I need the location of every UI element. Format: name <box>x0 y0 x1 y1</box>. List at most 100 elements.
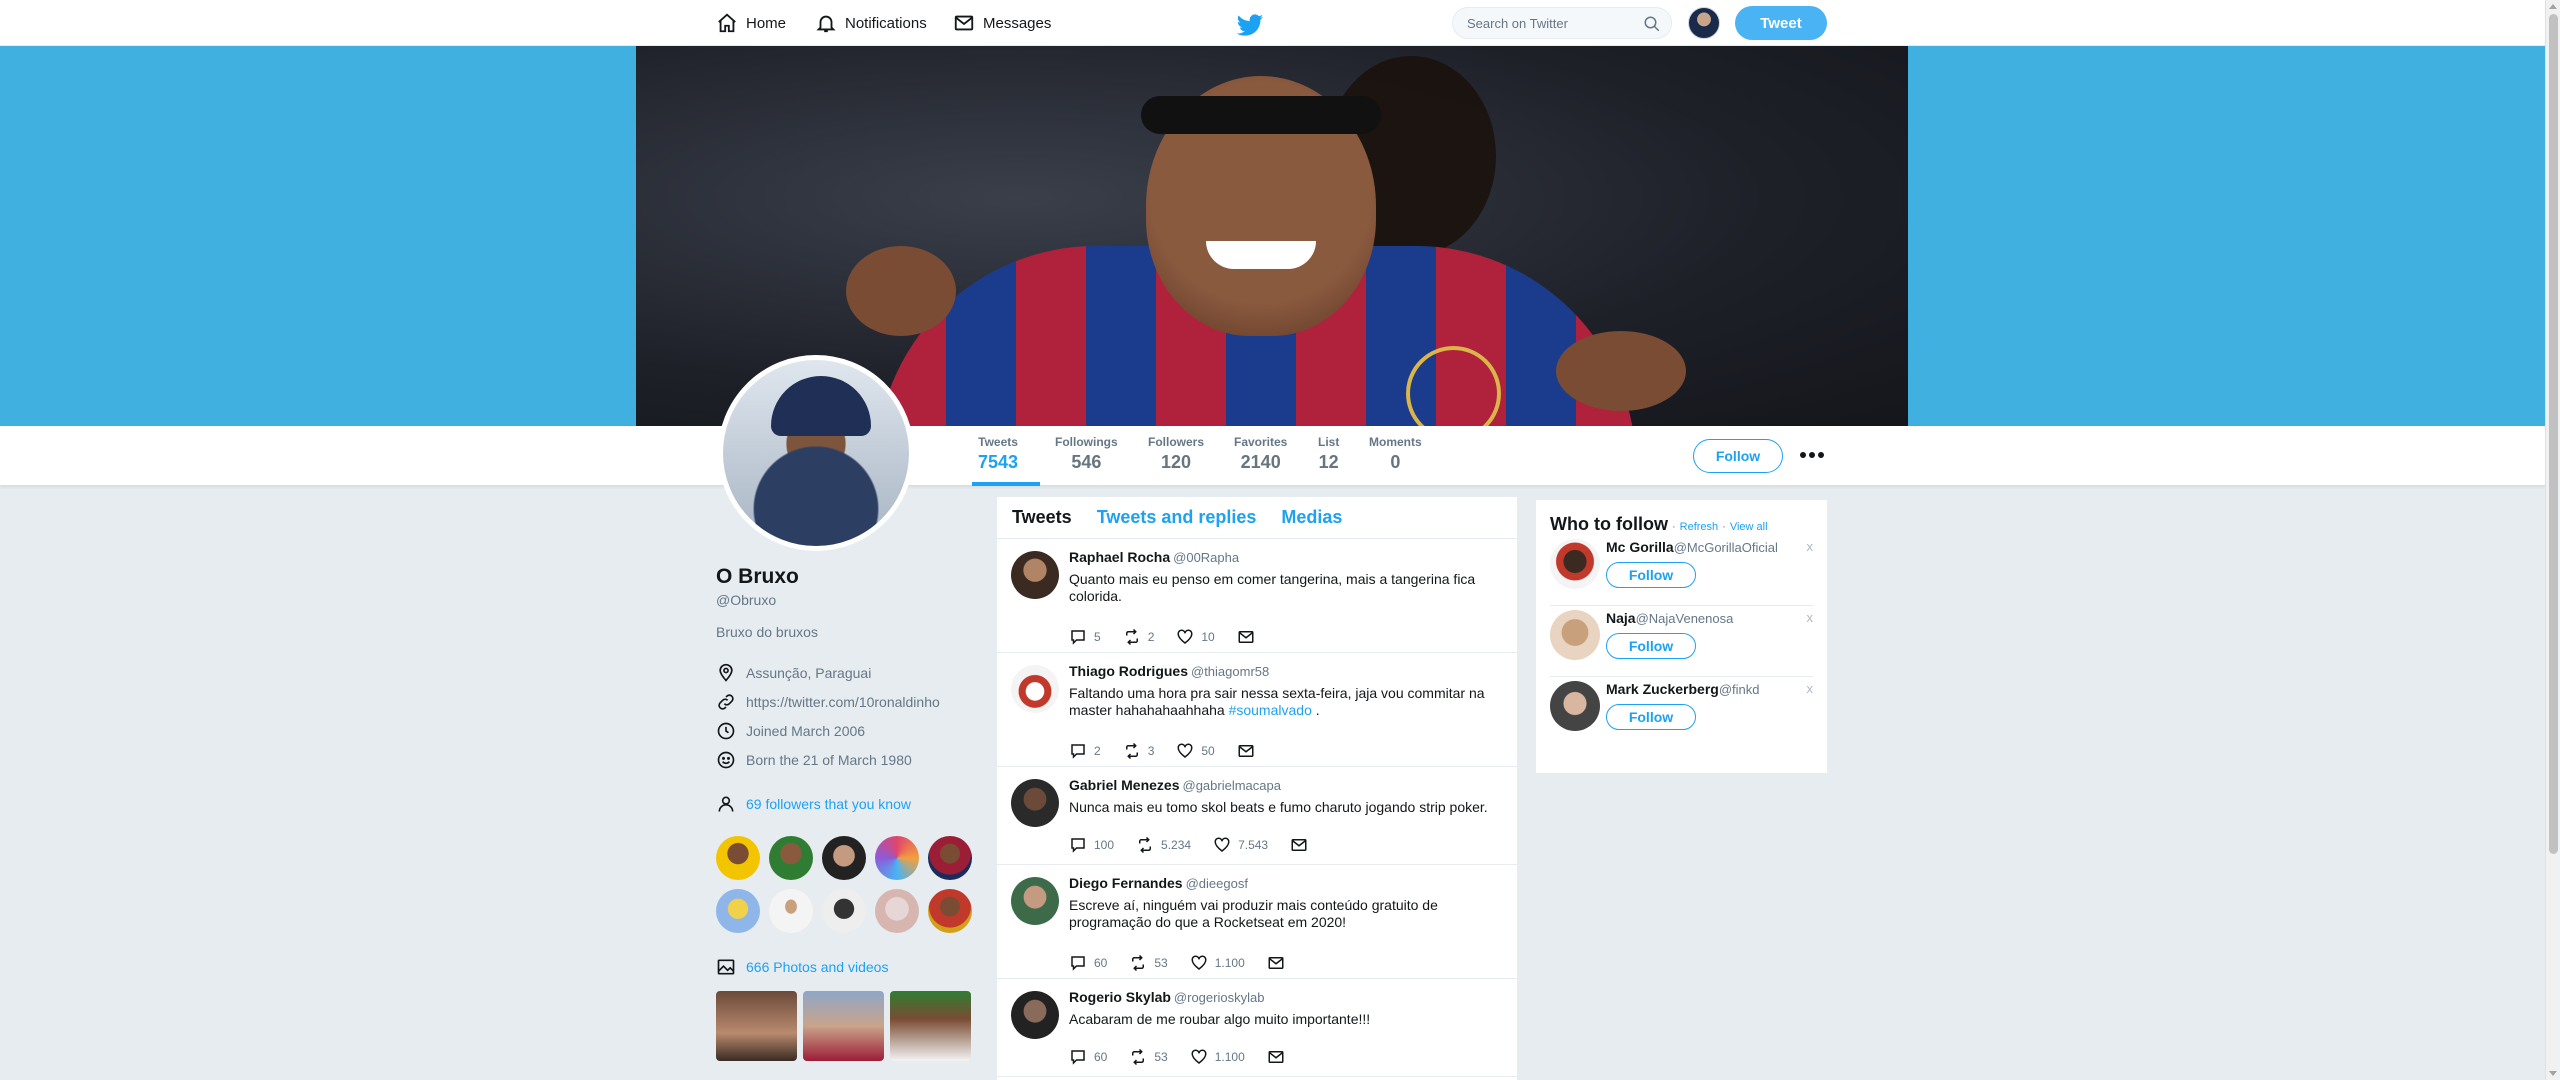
tweet-author-name[interactable]: Rogerio Skylab <box>1069 989 1171 1005</box>
followers-you-know-link[interactable]: 69 followers that you know <box>716 794 976 814</box>
follower-avatar[interactable] <box>928 836 972 880</box>
tweet-author-handle[interactable]: @rogerioskylab <box>1174 990 1265 1005</box>
photos-videos-link[interactable]: 666 Photos and videos <box>716 957 976 977</box>
reply-action[interactable]: 100 <box>1069 836 1114 854</box>
tweet-item[interactable]: Rogerio Skylab @rogerioskylab Acabaram de… <box>997 979 1517 1077</box>
stat-favorites[interactable]: Favorites 2140 <box>1234 435 1287 473</box>
tweet-item[interactable]: Gabriel Menezes @gabrielmacapa Nunca mais… <box>997 767 1517 865</box>
follower-avatar[interactable] <box>928 889 972 933</box>
suggestion-item[interactable]: Mc Gorilla@McGorillaOficial Follow x <box>1550 535 1813 606</box>
suggestion-handle[interactable]: @finkd <box>1719 682 1760 697</box>
retweet-action[interactable]: 3 <box>1123 742 1154 760</box>
search-icon[interactable] <box>1643 15 1661 33</box>
like-action[interactable]: 7.543 <box>1213 836 1268 854</box>
follower-avatar[interactable] <box>822 889 866 933</box>
scroll-down-arrow-icon[interactable] <box>2549 1071 2557 1076</box>
suggestion-name[interactable]: Naja <box>1606 610 1636 626</box>
retweet-action[interactable]: 53 <box>1129 954 1168 972</box>
tweet-author-handle[interactable]: @thiagomr58 <box>1191 664 1269 679</box>
retweet-action[interactable]: 2 <box>1123 628 1154 646</box>
scroll-up-arrow-icon[interactable] <box>2549 4 2557 9</box>
followers-you-know-text[interactable]: 69 followers that you know <box>746 796 911 812</box>
tweet-author-name[interactable]: Diego Fernandes <box>1069 875 1183 891</box>
follower-avatar[interactable] <box>769 836 813 880</box>
follower-avatar[interactable] <box>822 836 866 880</box>
reply-action[interactable]: 60 <box>1069 1048 1107 1066</box>
tweet-author-handle[interactable]: @00Rapha <box>1173 550 1239 565</box>
tweet-button[interactable]: Tweet <box>1735 6 1827 40</box>
tweet-author-handle[interactable]: @dieegosf <box>1186 876 1248 891</box>
dm-action[interactable] <box>1267 1048 1285 1066</box>
dm-action[interactable] <box>1237 628 1255 646</box>
like-action[interactable]: 50 <box>1176 742 1215 760</box>
search-box[interactable] <box>1452 7 1672 39</box>
refresh-link[interactable]: Refresh <box>1680 521 1719 533</box>
page-scrollbar[interactable] <box>2545 0 2560 1080</box>
photo-thumbnail[interactable] <box>803 991 884 1061</box>
suggestion-handle[interactable]: @McGorillaOficial <box>1674 540 1778 555</box>
more-options-icon[interactable] <box>1800 449 1826 461</box>
stat-tweets[interactable]: Tweets 7543 <box>978 435 1018 473</box>
tweet-avatar[interactable] <box>1011 551 1059 599</box>
follow-button[interactable]: Follow <box>1693 439 1783 473</box>
like-action[interactable]: 10 <box>1176 628 1215 646</box>
suggestion-item[interactable]: Mark Zuckerberg@finkd Follow x <box>1550 677 1813 748</box>
tweet-avatar[interactable] <box>1011 877 1059 925</box>
stat-followings[interactable]: Followings 546 <box>1055 435 1118 473</box>
scrollbar-thumb[interactable] <box>2549 14 2558 854</box>
follower-avatar[interactable] <box>769 889 813 933</box>
suggestion-follow-button[interactable]: Follow <box>1606 562 1696 588</box>
tweet-author-name[interactable]: Raphael Rocha <box>1069 549 1170 565</box>
stat-moments[interactable]: Moments 0 <box>1369 435 1422 473</box>
dm-action[interactable] <box>1267 954 1285 972</box>
stat-list[interactable]: List 12 <box>1318 435 1339 473</box>
suggestion-follow-button[interactable]: Follow <box>1606 704 1696 730</box>
profile-website-text[interactable]: https://twitter.com/10ronaldinho <box>746 694 940 710</box>
follower-avatar[interactable] <box>875 836 919 880</box>
tweet-avatar[interactable] <box>1011 991 1059 1039</box>
view-all-link[interactable]: View all <box>1730 521 1768 533</box>
suggestion-avatar[interactable] <box>1550 539 1600 589</box>
follower-avatar[interactable] <box>875 889 919 933</box>
suggestion-handle[interactable]: @NajaVenenosa <box>1636 611 1734 626</box>
profile-avatar[interactable] <box>718 355 914 551</box>
suggestion-name[interactable]: Mc Gorilla <box>1606 539 1674 555</box>
photos-videos-text[interactable]: 666 Photos and videos <box>746 959 888 975</box>
photo-thumbnail[interactable] <box>716 991 797 1061</box>
tweet-author-name[interactable]: Thiago Rodrigues <box>1069 663 1188 679</box>
tweet-item[interactable]: Diego Fernandes @dieegosf Escreve aí, nin… <box>997 865 1517 979</box>
tweet-author-name[interactable]: Gabriel Menezes <box>1069 777 1180 793</box>
like-action[interactable]: 1.100 <box>1190 954 1245 972</box>
dismiss-suggestion-icon[interactable]: x <box>1807 539 1814 554</box>
tweet-item[interactable]: Thiago Rodrigues @thiagomr58 Faltando uma… <box>997 653 1517 767</box>
follower-avatar[interactable] <box>716 836 760 880</box>
dismiss-suggestion-icon[interactable]: x <box>1807 610 1814 625</box>
tab-medias[interactable]: Medias <box>1281 507 1342 528</box>
suggestion-avatar[interactable] <box>1550 610 1600 660</box>
tweet-author-handle[interactable]: @gabrielmacapa <box>1183 778 1281 793</box>
suggestion-follow-button[interactable]: Follow <box>1606 633 1696 659</box>
dm-action[interactable] <box>1290 836 1308 854</box>
retweet-action[interactable]: 5.234 <box>1136 836 1191 854</box>
profile-website[interactable]: https://twitter.com/10ronaldinho <box>716 687 976 716</box>
suggestion-name[interactable]: Mark Zuckerberg <box>1606 681 1719 697</box>
stat-followers[interactable]: Followers 120 <box>1148 435 1204 473</box>
dismiss-suggestion-icon[interactable]: x <box>1807 681 1814 696</box>
reply-action[interactable]: 5 <box>1069 628 1101 646</box>
tab-tweets-and-replies[interactable]: Tweets and replies <box>1097 507 1257 528</box>
tweet-avatar[interactable] <box>1011 665 1059 713</box>
suggestion-item[interactable]: Naja@NajaVenenosa Follow x <box>1550 606 1813 677</box>
reply-action[interactable]: 60 <box>1069 954 1107 972</box>
follower-avatar[interactable] <box>716 889 760 933</box>
nav-messages[interactable]: Messages <box>953 0 1051 46</box>
search-input[interactable] <box>1467 15 1631 31</box>
twitter-bird-icon[interactable] <box>1235 14 1265 38</box>
retweet-action[interactable]: 53 <box>1129 1048 1168 1066</box>
like-action[interactable]: 1.100 <box>1190 1048 1245 1066</box>
photo-thumbnail[interactable] <box>890 991 971 1061</box>
dm-action[interactable] <box>1237 742 1255 760</box>
user-avatar[interactable] <box>1688 7 1720 39</box>
nav-home[interactable]: Home <box>716 0 786 46</box>
nav-notifications[interactable]: Notifications <box>815 0 927 46</box>
hashtag-link[interactable]: #soumalvado <box>1229 702 1312 718</box>
